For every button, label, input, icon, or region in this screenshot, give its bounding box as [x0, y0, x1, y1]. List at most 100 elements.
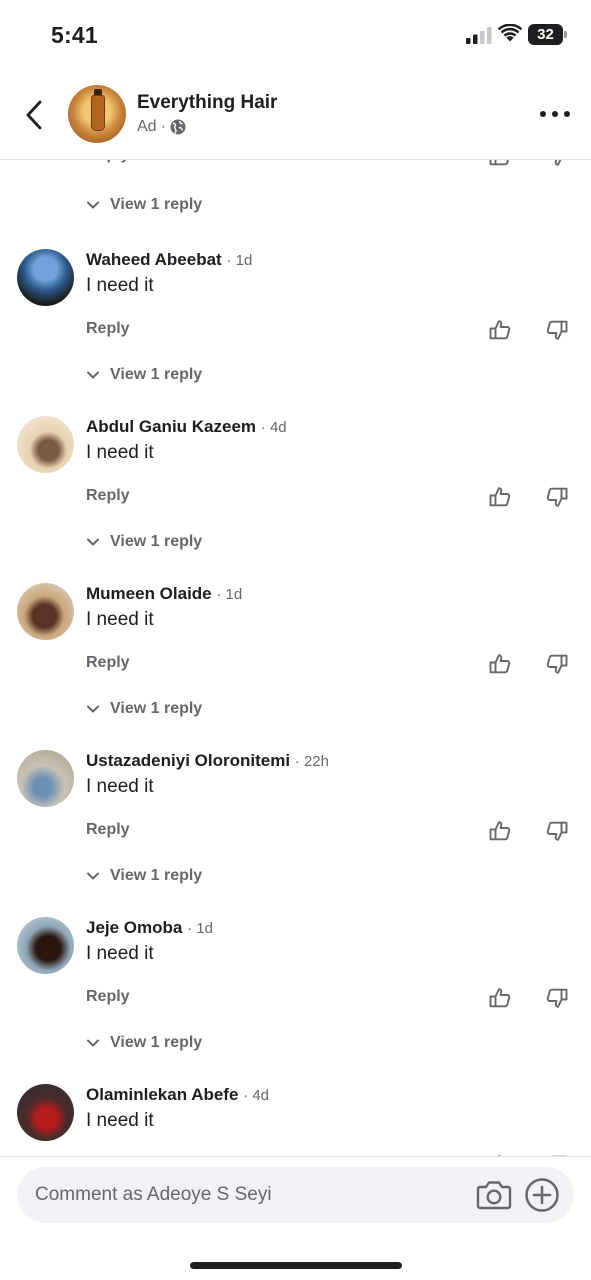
chevron-down-icon [87, 201, 99, 209]
dislike-icon[interactable] [545, 485, 569, 509]
camera-icon[interactable] [476, 1179, 512, 1211]
like-icon[interactable] [488, 485, 512, 509]
view-replies-label: View 1 reply [110, 867, 203, 884]
reply-button[interactable]: Reply [86, 320, 130, 338]
view-replies-button[interactable]: View 1 reply [86, 867, 202, 885]
dislike-icon[interactable] [545, 160, 569, 168]
post-header: Everything Hair Ad · [0, 72, 591, 160]
reply-button[interactable]: Reply [86, 487, 130, 505]
chevron-down-icon [87, 872, 99, 880]
reply-button[interactable]: Reply [86, 160, 130, 164]
comment-author[interactable]: Mumeen Olaide [86, 584, 212, 603]
like-icon[interactable] [488, 986, 512, 1010]
ad-label-row: Ad · [137, 118, 186, 136]
commenter-avatar[interactable] [17, 1084, 74, 1141]
status-time: 5:41 [51, 22, 98, 48]
dislike-icon[interactable] [545, 819, 569, 843]
comment-header: Waheed Abeebat · 1d [86, 250, 252, 270]
comment-author[interactable]: Abdul Ganiu Kazeem [86, 417, 256, 436]
back-icon[interactable] [20, 98, 48, 132]
comment-time: 4d [269, 419, 287, 436]
comment-item: Abdul Ganiu Kazeem · 4d I need it Reply … [0, 416, 591, 583]
comment-text: I need it [86, 609, 154, 630]
comment-header: Ustazadeniyi Oloronitemi · 22h [86, 751, 329, 771]
commenter-avatar[interactable] [17, 917, 74, 974]
comment-composer [0, 1156, 591, 1280]
signal-icon [466, 27, 492, 44]
more-icon[interactable] [540, 109, 570, 119]
globe-icon [170, 119, 186, 135]
wifi-icon [498, 24, 522, 42]
view-replies-label: View 1 reply [110, 533, 203, 550]
view-replies-button[interactable]: View 1 reply [86, 196, 202, 214]
view-replies-button[interactable]: View 1 reply [86, 1034, 202, 1052]
commenter-avatar[interactable] [17, 583, 74, 640]
comment-header: Abdul Ganiu Kazeem · 4d [86, 417, 287, 437]
dislike-icon[interactable] [545, 318, 569, 342]
previous-comment-actions: Reply [0, 160, 591, 176]
commenter-avatar[interactable] [17, 750, 74, 807]
chevron-down-icon [87, 371, 99, 379]
like-icon[interactable] [488, 819, 512, 843]
reply-button[interactable]: Reply [86, 821, 130, 839]
page-name[interactable]: Everything Hair [137, 92, 277, 114]
comment-text: I need it [86, 442, 154, 463]
comment-header: Jeje Omoba · 1d [86, 918, 213, 938]
home-indicator [190, 1262, 402, 1269]
comment-text: I need it [86, 776, 154, 797]
ad-label: Ad [137, 118, 157, 135]
reply-button[interactable]: Reply [86, 988, 130, 1006]
comment-item: Waheed Abeebat · 1d I need it Reply View… [0, 249, 591, 416]
like-icon[interactable] [488, 652, 512, 676]
comments-feed[interactable]: Reply View 1 reply Waheed Abeebat · 1d I… [0, 160, 591, 1156]
battery-icon: 32 [528, 24, 568, 45]
battery-level: 32 [537, 26, 554, 43]
comment-author[interactable]: Waheed Abeebat [86, 250, 222, 269]
view-replies-button[interactable]: View 1 reply [86, 533, 202, 551]
dislike-icon[interactable] [545, 986, 569, 1010]
comment-time-row: · 1d [187, 920, 213, 937]
chevron-down-icon [87, 705, 99, 713]
comment-time-row: · 4d [243, 1087, 270, 1104]
view-replies-button[interactable]: View 1 reply [86, 366, 202, 384]
commenter-avatar[interactable] [17, 416, 74, 473]
comment-author[interactable]: Jeje Omoba [86, 918, 182, 937]
page-avatar[interactable] [68, 85, 126, 143]
comment-time-row: · 1d [216, 586, 243, 603]
comment-time: 4d [252, 1087, 270, 1104]
comment-item: Jeje Omoba · 1d I need it Reply View 1 r… [0, 917, 591, 1084]
comment-item: Olaminlekan Abefe · 4d I need it Reply V… [0, 1084, 591, 1156]
comment-text: I need it [86, 275, 154, 296]
screen: 5:41 32 Everything Hair Ad · View 1 repl… [0, 0, 591, 1280]
dislike-icon[interactable] [545, 652, 569, 676]
reply-button[interactable]: Reply [86, 654, 130, 672]
view-replies-label: View 1 reply [110, 196, 203, 213]
comment-time: 1d [225, 586, 243, 603]
comment-time: 1d [196, 920, 213, 937]
view-replies-label: View 1 reply [110, 700, 203, 717]
view-replies-label: View 1 reply [110, 366, 203, 383]
comment-text: I need it [86, 1110, 154, 1131]
comment-time-row: · 1d [226, 252, 253, 269]
comment-header: Mumeen Olaide · 1d [86, 584, 242, 604]
view-replies-button[interactable]: View 1 reply [86, 700, 202, 718]
like-icon[interactable] [488, 318, 512, 342]
separator-dot: · [160, 118, 166, 135]
comment-header: Olaminlekan Abefe · 4d [86, 1085, 269, 1105]
chevron-down-icon [87, 538, 99, 546]
comment-time-row: · 4d [260, 419, 287, 436]
status-bar: 5:41 32 [0, 0, 591, 72]
comment-author[interactable]: Ustazadeniyi Oloronitemi [86, 751, 290, 770]
comment-item: Mumeen Olaide · 1d I need it Reply View … [0, 583, 591, 750]
add-icon[interactable] [524, 1177, 560, 1213]
chevron-down-icon [87, 1039, 99, 1047]
comment-author[interactable]: Olaminlekan Abefe [86, 1085, 238, 1104]
comment-text: I need it [86, 943, 154, 964]
comment-time-row: · 22h [294, 753, 329, 770]
like-icon[interactable] [488, 160, 512, 168]
view-replies-label: View 1 reply [110, 1034, 203, 1051]
comment-item: Ustazadeniyi Oloronitemi · 22h I need it… [0, 750, 591, 917]
comment-time: 22h [303, 753, 329, 770]
comment-time: 1d [235, 252, 253, 269]
commenter-avatar[interactable] [17, 249, 74, 306]
